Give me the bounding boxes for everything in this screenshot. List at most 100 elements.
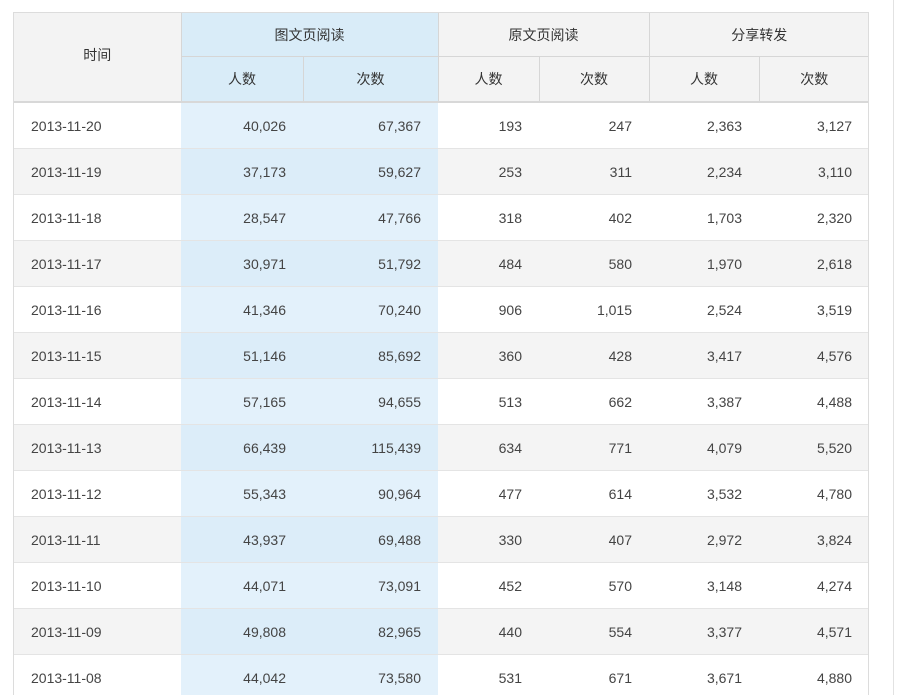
cell-original-users: 513 bbox=[438, 378, 539, 425]
table-row: 2013-11-13 66,439 115,439 634 771 4,079 5,520 bbox=[14, 424, 868, 471]
cell-graphic-users: 40,026 bbox=[181, 101, 303, 149]
cell-shares-users: 3,532 bbox=[649, 470, 759, 517]
cell-shares-users: 3,387 bbox=[649, 378, 759, 425]
cell-date: 2013-11-20 bbox=[14, 101, 181, 149]
header-graphic-count[interactable]: 次数 bbox=[302, 56, 439, 103]
cell-shares-count: 2,320 bbox=[759, 194, 868, 241]
cell-graphic-count: 47,766 bbox=[303, 194, 438, 241]
cell-graphic-count: 94,655 bbox=[303, 378, 438, 425]
table-row: 2013-11-17 30,971 51,792 484 580 1,970 2,618 bbox=[14, 240, 868, 287]
cell-original-count: 407 bbox=[539, 516, 649, 563]
stats-table-container: 时间 图文页阅读 原文页阅读 分享转发 人数 次数 人数 次数 人数 次数 20… bbox=[13, 12, 869, 695]
cell-shares-users: 3,417 bbox=[649, 332, 759, 379]
cell-date: 2013-11-16 bbox=[14, 286, 181, 333]
cell-graphic-count: 73,091 bbox=[303, 562, 438, 609]
header-group-original-page-reads[interactable]: 原文页阅读 bbox=[437, 13, 650, 57]
cell-graphic-users: 30,971 bbox=[181, 240, 303, 287]
cell-graphic-users: 55,343 bbox=[181, 470, 303, 517]
cell-graphic-count: 69,488 bbox=[303, 516, 438, 563]
cell-shares-users: 2,972 bbox=[649, 516, 759, 563]
header-graphic-users[interactable]: 人数 bbox=[180, 56, 304, 103]
cell-shares-users: 3,671 bbox=[649, 654, 759, 695]
cell-shares-users: 4,079 bbox=[649, 424, 759, 471]
cell-shares-users: 1,970 bbox=[649, 240, 759, 287]
cell-graphic-users: 37,173 bbox=[181, 148, 303, 195]
table-row: 2013-11-15 51,146 85,692 360 428 3,417 4,576 bbox=[14, 332, 868, 379]
cell-shares-users: 2,234 bbox=[649, 148, 759, 195]
cell-date: 2013-11-14 bbox=[14, 378, 181, 425]
cell-graphic-count: 73,580 bbox=[303, 654, 438, 695]
table-row: 2013-11-10 44,071 73,091 452 570 3,148 4,274 bbox=[14, 562, 868, 609]
cell-shares-users: 2,363 bbox=[649, 101, 759, 149]
table-row: 2013-11-14 57,165 94,655 513 662 3,387 4,488 bbox=[14, 378, 868, 425]
cell-graphic-users: 57,165 bbox=[181, 378, 303, 425]
cell-date: 2013-11-15 bbox=[14, 332, 181, 379]
table-row: 2013-11-20 40,026 67,367 193 247 2,363 3,127 bbox=[14, 101, 868, 149]
cell-graphic-count: 82,965 bbox=[303, 608, 438, 655]
cell-original-count: 614 bbox=[539, 470, 649, 517]
cell-date: 2013-11-12 bbox=[14, 470, 181, 517]
cell-original-users: 193 bbox=[438, 101, 539, 149]
header-group-graphic-page-reads[interactable]: 图文页阅读 bbox=[180, 13, 439, 57]
cell-graphic-count: 67,367 bbox=[303, 101, 438, 149]
cell-original-users: 360 bbox=[438, 332, 539, 379]
header-original-users[interactable]: 人数 bbox=[437, 56, 540, 103]
cell-graphic-users: 44,042 bbox=[181, 654, 303, 695]
cell-original-count: 402 bbox=[539, 194, 649, 241]
cell-shares-users: 1,703 bbox=[649, 194, 759, 241]
cell-shares-users: 3,377 bbox=[649, 608, 759, 655]
cell-shares-count: 5,520 bbox=[759, 424, 868, 471]
header-time[interactable]: 时间 bbox=[14, 13, 182, 103]
cell-date: 2013-11-09 bbox=[14, 608, 181, 655]
cell-original-users: 318 bbox=[438, 194, 539, 241]
cell-date: 2013-11-18 bbox=[14, 194, 181, 241]
cell-original-users: 634 bbox=[438, 424, 539, 471]
cell-original-users: 253 bbox=[438, 148, 539, 195]
cell-original-count: 311 bbox=[539, 148, 649, 195]
cell-shares-count: 4,880 bbox=[759, 654, 868, 695]
cell-original-count: 1,015 bbox=[539, 286, 649, 333]
table-row: 2013-11-09 49,808 82,965 440 554 3,377 4,571 bbox=[14, 608, 868, 655]
cell-original-count: 662 bbox=[539, 378, 649, 425]
cell-graphic-count: 51,792 bbox=[303, 240, 438, 287]
header-original-count[interactable]: 次数 bbox=[538, 56, 650, 103]
cell-original-users: 452 bbox=[438, 562, 539, 609]
cell-original-users: 440 bbox=[438, 608, 539, 655]
cell-date: 2013-11-10 bbox=[14, 562, 181, 609]
cell-graphic-users: 66,439 bbox=[181, 424, 303, 471]
cell-shares-count: 4,780 bbox=[759, 470, 868, 517]
cell-shares-count: 3,519 bbox=[759, 286, 868, 333]
cell-graphic-users: 41,346 bbox=[181, 286, 303, 333]
cell-date: 2013-11-08 bbox=[14, 654, 181, 695]
cell-shares-count: 4,488 bbox=[759, 378, 868, 425]
table-row: 2013-11-11 43,937 69,488 330 407 2,972 3,824 bbox=[14, 516, 868, 563]
table-header: 时间 图文页阅读 原文页阅读 分享转发 人数 次数 人数 次数 人数 次数 bbox=[14, 13, 868, 103]
cell-graphic-count: 90,964 bbox=[303, 470, 438, 517]
header-shares-users[interactable]: 人数 bbox=[648, 56, 760, 103]
cell-graphic-count: 70,240 bbox=[303, 286, 438, 333]
table-row: 2013-11-19 37,173 59,627 253 311 2,234 3,110 bbox=[14, 148, 868, 195]
cell-shares-users: 2,524 bbox=[649, 286, 759, 333]
cell-original-users: 484 bbox=[438, 240, 539, 287]
cell-shares-count: 4,571 bbox=[759, 608, 868, 655]
cell-shares-count: 3,127 bbox=[759, 101, 868, 149]
cell-original-count: 247 bbox=[539, 101, 649, 149]
header-group-shares[interactable]: 分享转发 bbox=[648, 13, 868, 57]
cell-graphic-users: 51,146 bbox=[181, 332, 303, 379]
cell-original-count: 570 bbox=[539, 562, 649, 609]
cell-original-count: 554 bbox=[539, 608, 649, 655]
header-shares-count[interactable]: 次数 bbox=[758, 56, 868, 103]
cell-graphic-users: 44,071 bbox=[181, 562, 303, 609]
cell-original-count: 671 bbox=[539, 654, 649, 695]
daily-stats-table: 时间 图文页阅读 原文页阅读 分享转发 人数 次数 人数 次数 人数 次数 20… bbox=[14, 13, 868, 695]
cell-graphic-count: 115,439 bbox=[303, 424, 438, 471]
header-row-groups: 时间 图文页阅读 原文页阅读 分享转发 bbox=[14, 13, 868, 103]
cell-date: 2013-11-19 bbox=[14, 148, 181, 195]
cell-shares-count: 4,576 bbox=[759, 332, 868, 379]
cell-original-users: 477 bbox=[438, 470, 539, 517]
cell-date: 2013-11-17 bbox=[14, 240, 181, 287]
cell-original-users: 906 bbox=[438, 286, 539, 333]
table-row: 2013-11-16 41,346 70,240 906 1,015 2,524 3,519 bbox=[14, 286, 868, 333]
cell-date: 2013-11-13 bbox=[14, 424, 181, 471]
cell-original-count: 580 bbox=[539, 240, 649, 287]
